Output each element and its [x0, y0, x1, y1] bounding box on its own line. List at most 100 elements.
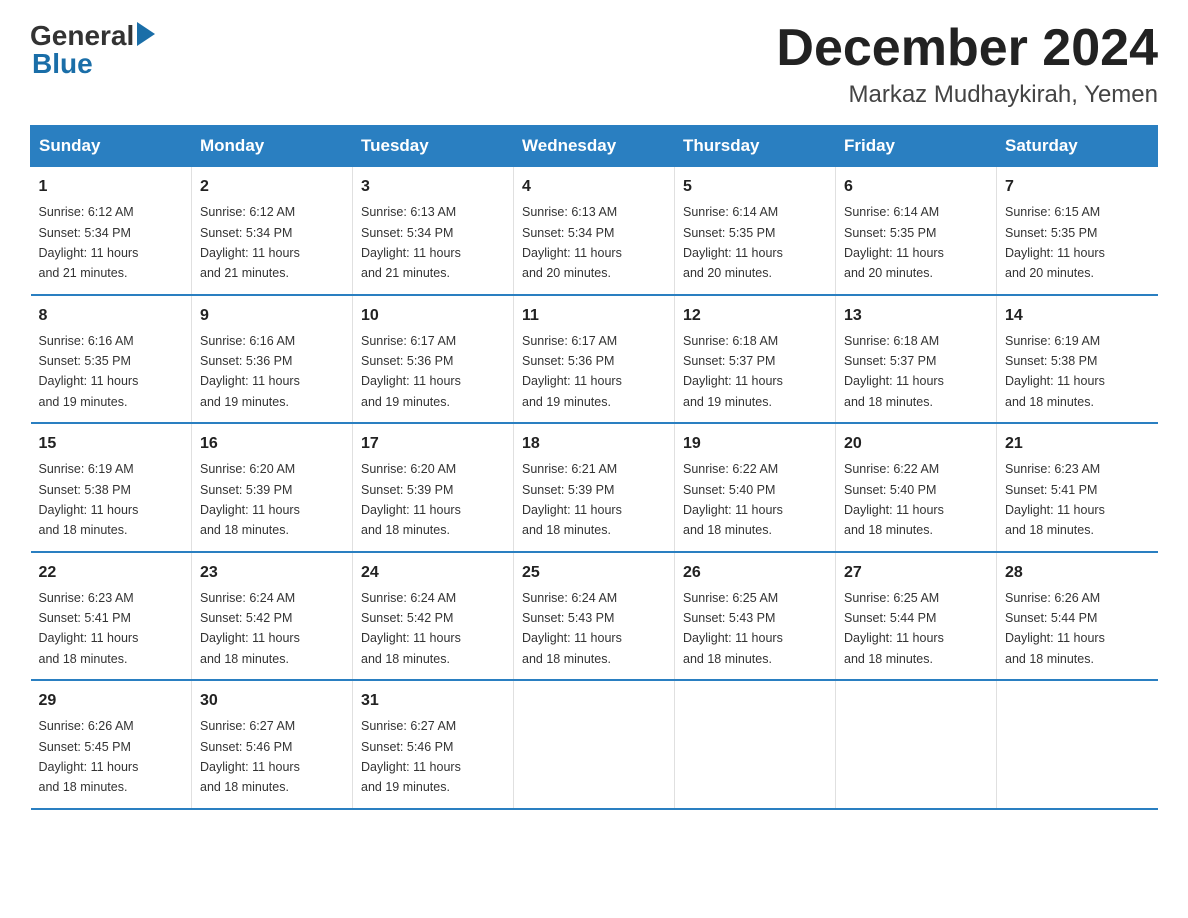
logo-triangle-icon	[137, 22, 155, 46]
day-number: 24	[361, 561, 505, 585]
day-number: 15	[39, 432, 184, 456]
header-thursday: Thursday	[675, 126, 836, 167]
day-number: 28	[1005, 561, 1150, 585]
calendar-cell: 6 Sunrise: 6:14 AMSunset: 5:35 PMDayligh…	[836, 167, 997, 295]
day-info: Sunrise: 6:24 AMSunset: 5:42 PMDaylight:…	[200, 591, 300, 666]
day-info: Sunrise: 6:21 AMSunset: 5:39 PMDaylight:…	[522, 462, 622, 537]
day-info: Sunrise: 6:24 AMSunset: 5:43 PMDaylight:…	[522, 591, 622, 666]
day-number: 26	[683, 561, 827, 585]
day-info: Sunrise: 6:20 AMSunset: 5:39 PMDaylight:…	[361, 462, 461, 537]
day-number: 29	[39, 689, 184, 713]
day-number: 14	[1005, 304, 1150, 328]
calendar-cell: 14 Sunrise: 6:19 AMSunset: 5:38 PMDaylig…	[997, 295, 1158, 424]
day-info: Sunrise: 6:27 AMSunset: 5:46 PMDaylight:…	[361, 719, 461, 794]
day-number: 10	[361, 304, 505, 328]
calendar-cell: 26 Sunrise: 6:25 AMSunset: 5:43 PMDaylig…	[675, 552, 836, 681]
calendar-cell	[514, 680, 675, 809]
day-number: 9	[200, 304, 344, 328]
day-info: Sunrise: 6:17 AMSunset: 5:36 PMDaylight:…	[361, 334, 461, 409]
header-monday: Monday	[192, 126, 353, 167]
calendar-title: December 2024	[776, 20, 1158, 77]
day-info: Sunrise: 6:18 AMSunset: 5:37 PMDaylight:…	[683, 334, 783, 409]
logo-blue-text: Blue	[32, 48, 93, 80]
calendar-cell: 19 Sunrise: 6:22 AMSunset: 5:40 PMDaylig…	[675, 423, 836, 552]
day-info: Sunrise: 6:25 AMSunset: 5:43 PMDaylight:…	[683, 591, 783, 666]
day-number: 2	[200, 175, 344, 199]
calendar-cell: 21 Sunrise: 6:23 AMSunset: 5:41 PMDaylig…	[997, 423, 1158, 552]
day-number: 1	[39, 175, 184, 199]
calendar-cell: 10 Sunrise: 6:17 AMSunset: 5:36 PMDaylig…	[353, 295, 514, 424]
day-info: Sunrise: 6:16 AMSunset: 5:35 PMDaylight:…	[39, 334, 139, 409]
calendar-cell: 22 Sunrise: 6:23 AMSunset: 5:41 PMDaylig…	[31, 552, 192, 681]
page-header: General Blue December 2024 Markaz Mudhay…	[30, 20, 1158, 109]
calendar-cell: 31 Sunrise: 6:27 AMSunset: 5:46 PMDaylig…	[353, 680, 514, 809]
day-number: 31	[361, 689, 505, 713]
calendar-header-row: SundayMondayTuesdayWednesdayThursdayFrid…	[31, 126, 1158, 167]
day-info: Sunrise: 6:17 AMSunset: 5:36 PMDaylight:…	[522, 334, 622, 409]
day-number: 12	[683, 304, 827, 328]
calendar-week-row: 15 Sunrise: 6:19 AMSunset: 5:38 PMDaylig…	[31, 423, 1158, 552]
day-number: 19	[683, 432, 827, 456]
day-info: Sunrise: 6:14 AMSunset: 5:35 PMDaylight:…	[844, 205, 944, 280]
day-info: Sunrise: 6:24 AMSunset: 5:42 PMDaylight:…	[361, 591, 461, 666]
calendar-cell: 9 Sunrise: 6:16 AMSunset: 5:36 PMDayligh…	[192, 295, 353, 424]
calendar-cell: 3 Sunrise: 6:13 AMSunset: 5:34 PMDayligh…	[353, 167, 514, 295]
calendar-cell: 15 Sunrise: 6:19 AMSunset: 5:38 PMDaylig…	[31, 423, 192, 552]
calendar-subtitle: Markaz Mudhaykirah, Yemen	[776, 81, 1158, 109]
day-info: Sunrise: 6:12 AMSunset: 5:34 PMDaylight:…	[200, 205, 300, 280]
day-info: Sunrise: 6:22 AMSunset: 5:40 PMDaylight:…	[683, 462, 783, 537]
calendar-week-row: 8 Sunrise: 6:16 AMSunset: 5:35 PMDayligh…	[31, 295, 1158, 424]
calendar-cell: 5 Sunrise: 6:14 AMSunset: 5:35 PMDayligh…	[675, 167, 836, 295]
day-info: Sunrise: 6:25 AMSunset: 5:44 PMDaylight:…	[844, 591, 944, 666]
day-number: 6	[844, 175, 988, 199]
calendar-table: SundayMondayTuesdayWednesdayThursdayFrid…	[30, 125, 1158, 810]
calendar-cell	[675, 680, 836, 809]
day-number: 22	[39, 561, 184, 585]
calendar-cell: 27 Sunrise: 6:25 AMSunset: 5:44 PMDaylig…	[836, 552, 997, 681]
day-number: 5	[683, 175, 827, 199]
calendar-cell: 28 Sunrise: 6:26 AMSunset: 5:44 PMDaylig…	[997, 552, 1158, 681]
calendar-cell: 29 Sunrise: 6:26 AMSunset: 5:45 PMDaylig…	[31, 680, 192, 809]
day-number: 16	[200, 432, 344, 456]
calendar-cell: 20 Sunrise: 6:22 AMSunset: 5:40 PMDaylig…	[836, 423, 997, 552]
calendar-cell: 17 Sunrise: 6:20 AMSunset: 5:39 PMDaylig…	[353, 423, 514, 552]
calendar-cell	[836, 680, 997, 809]
calendar-cell: 12 Sunrise: 6:18 AMSunset: 5:37 PMDaylig…	[675, 295, 836, 424]
header-tuesday: Tuesday	[353, 126, 514, 167]
day-number: 3	[361, 175, 505, 199]
calendar-cell: 1 Sunrise: 6:12 AMSunset: 5:34 PMDayligh…	[31, 167, 192, 295]
header-sunday: Sunday	[31, 126, 192, 167]
calendar-cell: 11 Sunrise: 6:17 AMSunset: 5:36 PMDaylig…	[514, 295, 675, 424]
header-saturday: Saturday	[997, 126, 1158, 167]
logo: General Blue	[30, 20, 155, 80]
day-info: Sunrise: 6:19 AMSunset: 5:38 PMDaylight:…	[39, 462, 139, 537]
calendar-cell: 24 Sunrise: 6:24 AMSunset: 5:42 PMDaylig…	[353, 552, 514, 681]
header-friday: Friday	[836, 126, 997, 167]
calendar-cell: 18 Sunrise: 6:21 AMSunset: 5:39 PMDaylig…	[514, 423, 675, 552]
calendar-cell: 8 Sunrise: 6:16 AMSunset: 5:35 PMDayligh…	[31, 295, 192, 424]
day-number: 18	[522, 432, 666, 456]
calendar-cell	[997, 680, 1158, 809]
calendar-cell: 2 Sunrise: 6:12 AMSunset: 5:34 PMDayligh…	[192, 167, 353, 295]
title-block: December 2024 Markaz Mudhaykirah, Yemen	[776, 20, 1158, 109]
calendar-cell: 25 Sunrise: 6:24 AMSunset: 5:43 PMDaylig…	[514, 552, 675, 681]
day-info: Sunrise: 6:23 AMSunset: 5:41 PMDaylight:…	[1005, 462, 1105, 537]
day-info: Sunrise: 6:27 AMSunset: 5:46 PMDaylight:…	[200, 719, 300, 794]
day-info: Sunrise: 6:23 AMSunset: 5:41 PMDaylight:…	[39, 591, 139, 666]
day-info: Sunrise: 6:14 AMSunset: 5:35 PMDaylight:…	[683, 205, 783, 280]
day-info: Sunrise: 6:26 AMSunset: 5:44 PMDaylight:…	[1005, 591, 1105, 666]
day-info: Sunrise: 6:22 AMSunset: 5:40 PMDaylight:…	[844, 462, 944, 537]
calendar-week-row: 22 Sunrise: 6:23 AMSunset: 5:41 PMDaylig…	[31, 552, 1158, 681]
calendar-week-row: 29 Sunrise: 6:26 AMSunset: 5:45 PMDaylig…	[31, 680, 1158, 809]
day-number: 7	[1005, 175, 1150, 199]
day-number: 11	[522, 304, 666, 328]
day-number: 20	[844, 432, 988, 456]
day-number: 30	[200, 689, 344, 713]
day-info: Sunrise: 6:16 AMSunset: 5:36 PMDaylight:…	[200, 334, 300, 409]
day-info: Sunrise: 6:26 AMSunset: 5:45 PMDaylight:…	[39, 719, 139, 794]
day-number: 21	[1005, 432, 1150, 456]
calendar-cell: 7 Sunrise: 6:15 AMSunset: 5:35 PMDayligh…	[997, 167, 1158, 295]
day-number: 25	[522, 561, 666, 585]
day-info: Sunrise: 6:12 AMSunset: 5:34 PMDaylight:…	[39, 205, 139, 280]
calendar-cell: 30 Sunrise: 6:27 AMSunset: 5:46 PMDaylig…	[192, 680, 353, 809]
